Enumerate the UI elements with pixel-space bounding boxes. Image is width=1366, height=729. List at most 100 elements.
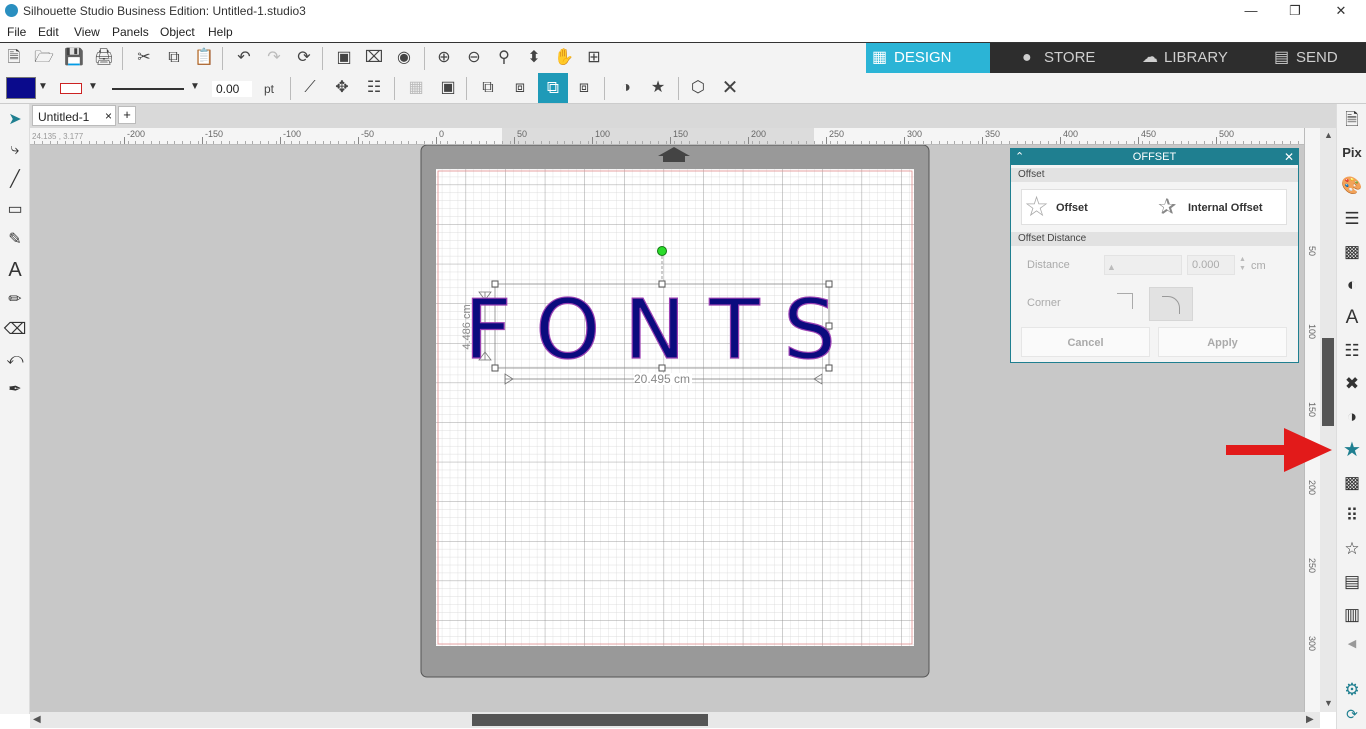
move-icon[interactable]: ✥ [330,77,354,99]
zoom-out-icon[interactable]: ⊖ [462,47,486,69]
select-all-icon[interactable]: ▣ [332,47,356,69]
document-tab[interactable]: Untitled-1 × [32,105,116,126]
layers-icon[interactable]: ▤ [1340,570,1364,594]
tab-design[interactable]: ▦ DESIGN [866,43,990,73]
trace-icon[interactable]: ▩ [1340,471,1364,495]
tab-library[interactable]: ☁ LIBRARY [1136,43,1260,73]
eyedropper-icon[interactable]: ✒ [3,378,27,402]
deselect-icon[interactable]: ⌧ [362,47,386,69]
vertical-scroll-thumb[interactable] [1322,338,1334,426]
menu-object[interactable]: Object [160,25,195,39]
scroll-right-icon[interactable]: ▶ [1306,714,1314,725]
fill-palette-icon[interactable]: 🎨 [1340,174,1364,198]
horizontal-scroll-thumb[interactable] [472,714,708,726]
undo-icon[interactable]: ↶ [232,47,256,69]
vertical-scrollbar[interactable]: ▲ ▼ [1320,128,1336,712]
design-text[interactable]: FONTS [464,282,859,378]
menu-view[interactable]: View [74,25,100,39]
collapse-panel-icon[interactable]: ◀ [1340,632,1364,656]
delete-icon[interactable]: ✕ [718,77,742,99]
send-to-back-icon[interactable]: ⧈ [508,77,532,99]
ungroup-icon[interactable]: ▣ [436,77,460,99]
offset-panel-star-icon[interactable]: ★ [1340,438,1364,462]
open-folder-icon[interactable]: 🗁 [32,47,56,69]
fit-window-icon[interactable]: ⊞ [582,47,606,69]
scroll-left-icon[interactable]: ◀ [33,714,41,725]
sync-icon[interactable]: ⟳ [1340,702,1364,726]
scroll-down-icon[interactable]: ▼ [1324,698,1333,708]
menu-edit[interactable]: Edit [38,25,59,39]
align-icon[interactable]: ☷ [362,77,386,99]
bring-to-front-icon[interactable]: ⧉ [476,77,500,99]
offset-option[interactable]: ☆ Offset [1022,190,1155,224]
menu-file[interactable]: File [7,25,26,39]
tab-store[interactable]: ● STORE [1016,43,1126,73]
new-file-icon[interactable]: 🗎 [2,47,26,69]
sketch-icon[interactable]: ⠿ [1340,504,1364,528]
send-backward-icon[interactable]: ⧈ [572,77,596,99]
menu-help[interactable]: Help [208,25,233,39]
text-style-icon[interactable]: A [1340,306,1364,330]
bring-forward-button[interactable]: ⧉ [538,73,568,103]
align-panel-icon[interactable]: ☷ [1340,339,1364,363]
star-outline-icon[interactable]: ☆ [1340,537,1364,561]
save-icon[interactable]: 💾 [62,47,86,69]
knife-icon[interactable]: ⤺ [3,348,27,372]
horizontal-scrollbar[interactable]: ◀ ▶ [30,712,1320,728]
settings-gear-icon[interactable]: ⚙ [1340,678,1364,702]
collapse-panel-chevron-icon[interactable]: ⌃ [1015,149,1024,165]
select-by-color-icon[interactable]: ◉ [392,47,416,69]
copy-icon[interactable]: ⧉ [162,47,186,69]
corner-sharp-button[interactable] [1111,287,1141,317]
redraw-icon[interactable]: ⟳ [292,47,316,69]
distance-slider[interactable]: ▲ [1104,255,1182,275]
close-window-button[interactable]: ✕ [1318,0,1364,22]
weld-icon[interactable]: ◑ [614,77,638,99]
fill-color-swatch[interactable] [6,77,36,99]
line-style-icon[interactable]: ☰ [1340,207,1364,231]
print-icon[interactable]: 🖨 [92,47,116,69]
group-icon[interactable]: ▦ [404,77,428,99]
line-tool-icon[interactable]: ⟋ [298,77,322,99]
minimize-button[interactable]: — [1228,0,1274,22]
weld-panel-icon[interactable]: ◑ [1340,405,1364,429]
fit-to-page-icon[interactable]: ⬍ [522,47,546,69]
transform-icon[interactable]: ✖ [1340,372,1364,396]
eraser-icon[interactable]: ⌫ [3,318,27,342]
corner-round-button[interactable] [1149,287,1193,321]
line-width-input[interactable]: 0.00 [212,81,252,97]
pan-hand-icon[interactable]: ✋ [552,47,576,69]
rotate-handle[interactable] [657,246,667,256]
image-effects-icon[interactable]: ▩ [1340,240,1364,264]
select-arrow-icon[interactable]: ➤ [3,108,27,132]
edit-text-icon[interactable]: ✏ [3,288,27,312]
zoom-selection-icon[interactable]: ⚲ [492,47,516,69]
fill-pattern-icon[interactable]: ▥ [1340,603,1364,627]
pencil-icon[interactable]: ✎ [3,228,27,252]
tab-send[interactable]: ▤ SEND [1268,43,1366,73]
rectangle-icon[interactable]: ▭ [3,198,27,222]
cancel-button[interactable]: Cancel [1021,327,1150,357]
contrast-icon[interactable]: ◐ [1340,273,1364,297]
internal-offset-option[interactable]: ✰ Internal Offset [1158,190,1288,224]
menu-panels[interactable]: Panels [112,25,149,39]
close-panel-icon[interactable]: ✕ [1284,149,1294,165]
fill-dropdown-arrow-icon[interactable]: ▼ [38,81,48,92]
line-color-swatch[interactable] [60,83,82,94]
text-tool-icon[interactable]: A [3,258,27,282]
pixscan-icon[interactable]: Pix [1340,141,1364,165]
offset-star-icon[interactable]: ★ [646,77,670,99]
cut-icon[interactable]: ✂ [132,47,156,69]
redo-icon[interactable]: ↷ [262,47,286,69]
point-edit-icon[interactable]: ⤷ [3,138,27,162]
slider-thumb-icon[interactable]: ▲ [1107,262,1116,272]
page-setup-icon[interactable]: 🗎 [1340,108,1364,132]
zoom-in-icon[interactable]: ⊕ [432,47,456,69]
line-draw-icon[interactable]: ╱ [3,168,27,192]
distance-spinner-icon[interactable]: ▲ ▼ [1239,255,1246,273]
scroll-up-icon[interactable]: ▲ [1324,130,1333,140]
line-style-dropdown-arrow-icon[interactable]: ▼ [190,81,200,92]
line-style-preview[interactable] [112,88,184,90]
apply-button[interactable]: Apply [1158,327,1287,357]
distance-value-input[interactable]: 0.000 [1187,255,1235,275]
